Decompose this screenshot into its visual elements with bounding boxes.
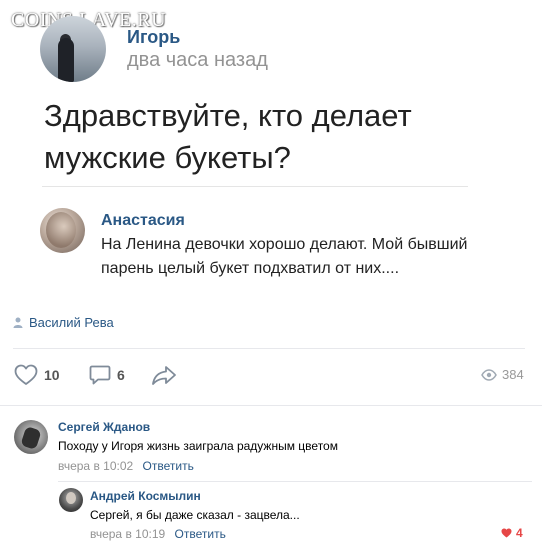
actions-divider (13, 348, 525, 349)
comment-text: Походу у Игоря жизнь заиграла радужным ц… (58, 439, 338, 453)
user-icon (13, 317, 23, 328)
views-counter: 384 (481, 367, 524, 382)
share-icon (152, 366, 176, 385)
reply-like-button[interactable]: 4 (501, 526, 523, 540)
heart-icon (14, 364, 38, 385)
reply-text: Сергей, я бы даже сказал - зацвела... (90, 508, 300, 522)
reply-divider (58, 481, 532, 482)
embedded-comment-text: На Ленина девочки хорошо делают. Мой быв… (101, 236, 468, 277)
reply-like-count: 4 (516, 526, 523, 540)
comment-button[interactable]: 6 (89, 364, 125, 386)
comment-count: 6 (117, 367, 125, 383)
post-author-avatar[interactable] (40, 16, 106, 82)
share-button[interactable] (151, 364, 177, 386)
post-text: Здравствуйте, кто делает мужские букеты? (44, 98, 412, 175)
post-divider (42, 186, 468, 187)
avatar-face-shape (66, 492, 76, 504)
comment-avatar[interactable] (14, 420, 48, 454)
views-count: 384 (502, 367, 524, 382)
post-timestamp: два часа назад (127, 49, 268, 71)
comment-meta: вчера в 10:02 Ответить (58, 459, 194, 473)
reply-avatar[interactable] (59, 488, 83, 512)
like-button[interactable]: 10 (14, 364, 60, 386)
avatar-figure-shape (20, 426, 42, 450)
comment-author[interactable]: Сергей Жданов (58, 420, 150, 434)
comment-time: вчера в 10:02 (58, 459, 134, 473)
reply-button[interactable]: Ответить (143, 459, 194, 473)
reply-time: вчера в 10:19 (90, 527, 166, 541)
repost-user-link[interactable]: Василий Рева (13, 315, 114, 330)
comments-divider (0, 405, 542, 406)
comment-icon (89, 365, 111, 385)
embedded-comment-avatar[interactable] (40, 208, 85, 253)
like-count: 10 (44, 367, 60, 383)
avatar-hair-shape (46, 212, 76, 248)
heart-filled-icon (501, 528, 512, 538)
reply-button[interactable]: Ответить (175, 527, 226, 541)
embedded-comment-author[interactable]: Анастасия (101, 212, 185, 230)
reply-author[interactable]: Андрей Космылин (90, 489, 201, 503)
repost-user-name[interactable]: Василий Рева (29, 315, 114, 330)
eye-icon (481, 368, 497, 381)
post-author-name[interactable]: Игорь (127, 27, 180, 48)
avatar-figure-shape (58, 38, 74, 82)
reply-meta: вчера в 10:19 Ответить (90, 527, 226, 541)
